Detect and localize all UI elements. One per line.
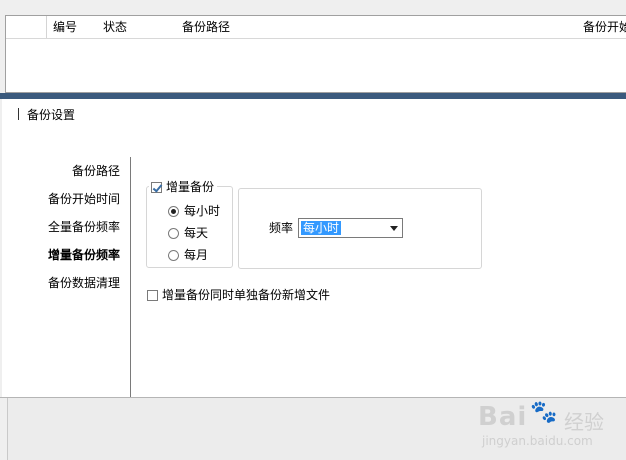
column-header-select[interactable] (6, 16, 47, 38)
title-bar-icon (18, 108, 19, 120)
nav-item-full-backup-frequency[interactable]: 全量备份频率 (2, 217, 120, 245)
backup-task-table[interactable]: 编号 状态 备份路径 备份开始 (5, 15, 626, 93)
backup-new-files-checkbox[interactable]: 增量备份同时单独备份新增文件 (147, 286, 330, 304)
nav-item-backup-data-cleanup[interactable]: 备份数据清理 (2, 273, 120, 301)
radio-monthly[interactable]: 每月 (168, 246, 208, 264)
nav-item-backup-start-time[interactable]: 备份开始时间 (2, 189, 120, 217)
frequency-select-value: 每小时 (301, 221, 342, 235)
watermark-url: jingyan.baidu.com (482, 434, 593, 448)
backup-settings-panel: 备份设置 备份路径 备份开始时间 全量备份频率 增量备份频率 备份数据清理 增量… (2, 99, 626, 397)
paw-icon: 🐾 (530, 400, 558, 425)
settings-nav: 备份路径 备份开始时间 全量备份频率 增量备份频率 备份数据清理 (2, 161, 120, 301)
radio-daily[interactable]: 每天 (168, 224, 208, 242)
watermark-text: 经验 (564, 410, 604, 434)
column-header-id[interactable]: 编号 (47, 16, 97, 38)
panel-title: 备份设置 (18, 107, 75, 123)
column-header-path[interactable]: 备份路径 (176, 16, 577, 38)
column-header-start-time[interactable]: 备份开始 (577, 16, 626, 38)
radio-unselected-icon[interactable] (168, 250, 179, 261)
nav-divider (130, 157, 131, 397)
watermark-logo: Bai (478, 402, 528, 432)
frequency-select[interactable]: 每小时 (298, 218, 403, 238)
radio-hourly[interactable]: 每小时 (168, 202, 220, 220)
frequency-label: 频率 (269, 221, 294, 235)
nav-item-backup-path[interactable]: 备份路径 (2, 161, 120, 189)
checkbox-unchecked-icon[interactable] (147, 290, 158, 301)
nav-item-incremental-backup-frequency[interactable]: 增量备份频率 (2, 245, 120, 273)
checkbox-checked-icon[interactable] (151, 182, 162, 193)
radio-selected-icon[interactable] (168, 206, 179, 217)
incremental-backup-checkbox[interactable]: 增量备份 (149, 178, 218, 196)
baidu-watermark: Bai 🐾 经验 jingyan.baidu.com (478, 398, 626, 458)
column-header-status[interactable]: 状态 (97, 16, 176, 38)
table-header: 编号 状态 备份路径 备份开始 (6, 16, 626, 39)
radio-unselected-icon[interactable] (168, 228, 179, 239)
chevron-down-icon[interactable] (390, 226, 398, 231)
